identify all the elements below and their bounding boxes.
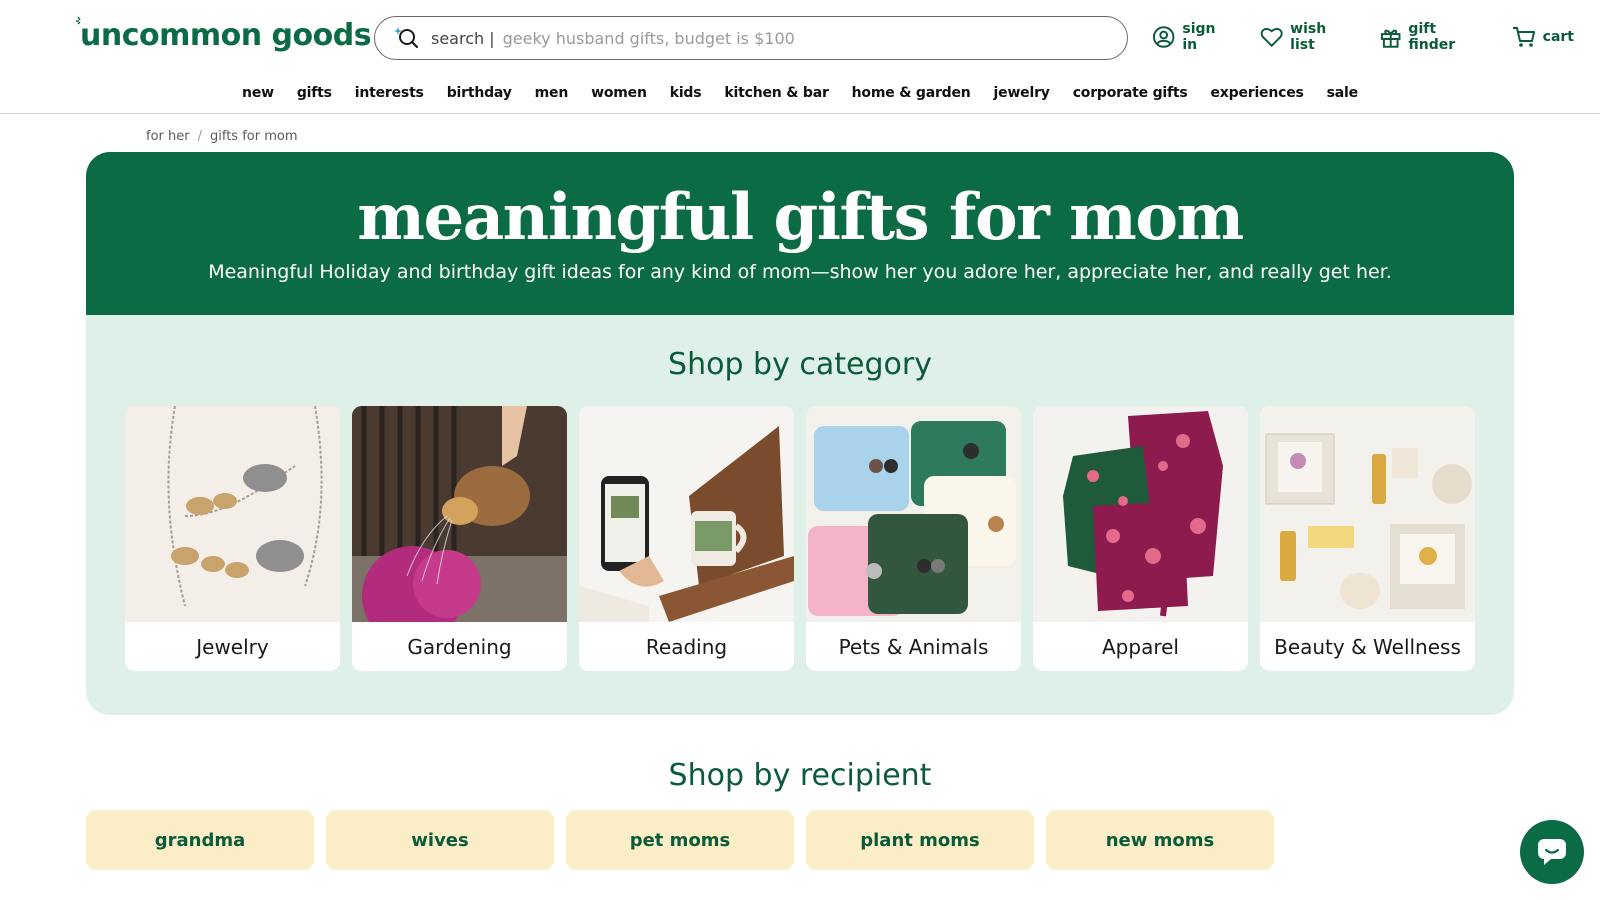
category-card-beauty-wellness[interactable]: Beauty & Wellness <box>1260 406 1475 671</box>
nav-kitchen-bar[interactable]: kitchen & bar <box>724 85 828 101</box>
cart-link[interactable]: cart <box>1512 26 1574 48</box>
recipient-new-moms[interactable]: new moms <box>1046 810 1274 870</box>
category-card-pets-animals[interactable]: Pets & Animals <box>806 406 1021 671</box>
category-label: Beauty & Wellness <box>1274 634 1461 659</box>
user-icon <box>1152 26 1175 48</box>
recipient-buttons: grandma wives pet moms plant moms new mo… <box>86 810 1286 870</box>
chat-button[interactable] <box>1520 820 1584 884</box>
nav-men[interactable]: men <box>535 85 569 101</box>
chat-icon <box>1538 839 1566 865</box>
category-section-title: Shop by category <box>668 347 932 382</box>
gift-finder-link[interactable]: gift finder <box>1380 21 1486 53</box>
recipient-wives[interactable]: wives <box>326 810 554 870</box>
category-card-gardening[interactable]: Gardening <box>352 406 567 671</box>
site-header: uncommon goods search | geeky husband gi… <box>0 0 1600 72</box>
recipient-pet-moms[interactable]: pet moms <box>566 810 794 870</box>
beauty-wellness-image <box>1260 406 1475 622</box>
category-label: Apparel <box>1102 634 1179 659</box>
wish-list-label: wish list <box>1290 21 1327 53</box>
search-bar[interactable]: search | geeky husband gifts, budget is … <box>374 16 1128 60</box>
nav-women[interactable]: women <box>591 85 647 101</box>
main-nav: new gifts interests birthday men women k… <box>0 72 1600 114</box>
category-label: Reading <box>645 634 728 659</box>
gardening-image <box>352 406 567 622</box>
recipient-grandma[interactable]: grandma <box>86 810 314 870</box>
search-icon <box>393 25 419 51</box>
recipient-section-title: Shop by recipient <box>668 758 932 793</box>
page-subtitle: Meaningful Holiday and birthday gift ide… <box>208 261 1392 283</box>
logo-text: uncommon goods <box>80 18 372 53</box>
sign-in-link[interactable]: sign in <box>1152 21 1234 53</box>
pets-animals-image <box>806 406 1021 622</box>
nav-gifts[interactable]: gifts <box>297 85 332 101</box>
heart-icon <box>1260 27 1283 48</box>
jewelry-image <box>125 406 340 622</box>
search-label: search | <box>431 28 495 48</box>
gift-icon <box>1380 29 1401 48</box>
search-input[interactable]: geeky husband gifts, budget is $100 <box>503 29 795 48</box>
nav-birthday[interactable]: birthday <box>447 85 512 101</box>
nav-interests[interactable]: interests <box>355 85 424 101</box>
category-card-apparel[interactable]: Apparel <box>1033 406 1248 671</box>
breadcrumb: for her / gifts for mom <box>146 129 298 144</box>
nav-jewelry[interactable]: jewelry <box>994 85 1050 101</box>
nav-sale[interactable]: sale <box>1327 85 1358 101</box>
breadcrumb-for-her[interactable]: for her <box>146 129 190 144</box>
category-card-reading[interactable]: Reading <box>579 406 794 671</box>
category-card-jewelry[interactable]: Jewelry <box>125 406 340 671</box>
wish-list-link[interactable]: wish list <box>1260 21 1354 53</box>
category-section: Shop by category Jewelry Gardening Readi… <box>86 315 1514 715</box>
page-title: meaningful gifts for mom <box>357 180 1244 255</box>
nav-corporate-gifts[interactable]: corporate gifts <box>1073 85 1188 101</box>
cart-icon <box>1512 27 1535 47</box>
recipient-plant-moms[interactable]: plant moms <box>806 810 1034 870</box>
nav-experiences[interactable]: experiences <box>1211 85 1304 101</box>
nav-home-garden[interactable]: home & garden <box>852 85 971 101</box>
breadcrumb-gifts-for-mom[interactable]: gifts for mom <box>210 129 298 144</box>
utility-links: sign in wish list gift finder cart <box>1152 21 1600 53</box>
category-label: Pets & Animals <box>838 634 989 659</box>
logo-spark-icon <box>76 16 81 25</box>
sign-in-label: sign in <box>1182 21 1216 53</box>
nav-kids[interactable]: kids <box>670 85 702 101</box>
apparel-image <box>1033 406 1248 622</box>
logo[interactable]: uncommon goods <box>76 16 372 53</box>
category-cards: Jewelry Gardening Reading Pets & Animals… <box>125 406 1475 671</box>
hero-banner: meaningful gifts for mom Meaningful Holi… <box>86 152 1514 315</box>
category-label: Gardening <box>407 634 512 659</box>
cart-label: cart <box>1542 29 1574 45</box>
breadcrumb-separator: / <box>197 129 202 144</box>
reading-image <box>579 406 794 622</box>
category-label: Jewelry <box>196 634 269 659</box>
gift-finder-label: gift finder <box>1408 21 1456 53</box>
nav-new[interactable]: new <box>242 85 274 101</box>
